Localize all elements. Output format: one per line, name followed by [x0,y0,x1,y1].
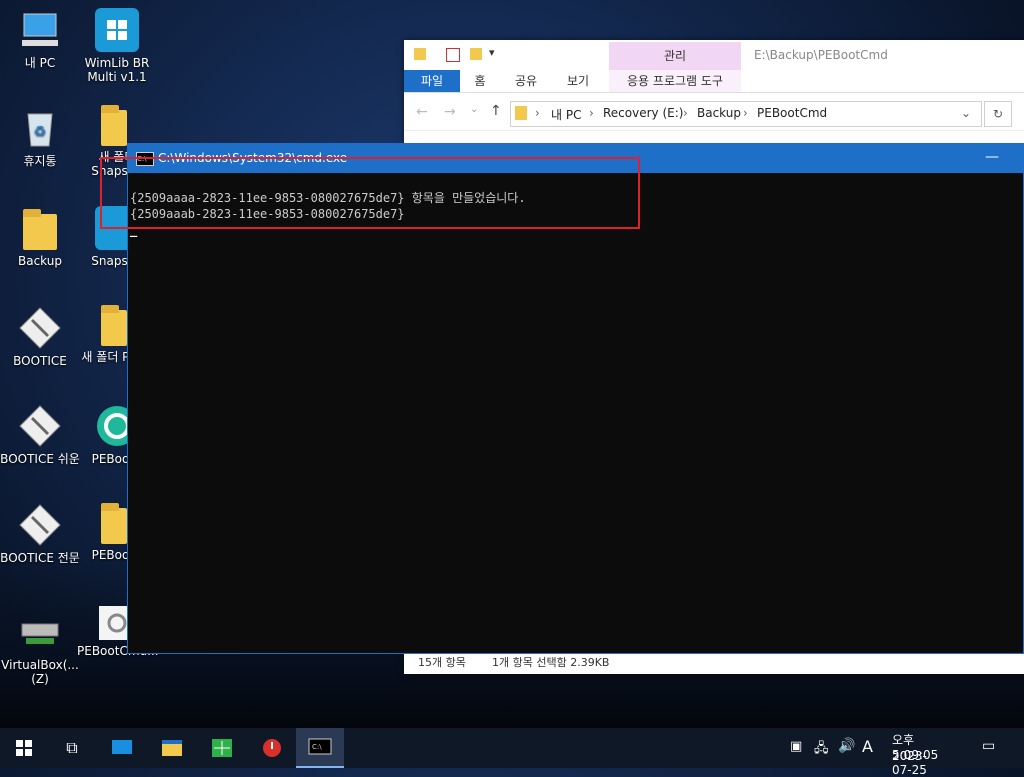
virtualbox-tray-icon[interactable]: ▣ [790,739,802,754]
properties-icon[interactable] [446,48,460,62]
tab-view[interactable]: 보기 [560,70,596,92]
network-drive-icon [18,610,62,654]
address-bar-area: ← → ⌄ ↑ › 내 PC › Recovery (E:) › Backup … [404,96,1024,131]
explorer-titlebar[interactable]: ▾ 관리 E:\Backup\PEBootCmd [404,40,1024,70]
svg-text:C:\: C:\ [312,743,322,751]
minimize-icon[interactable]: — [985,149,999,165]
folder-icon [101,503,127,544]
taskbar-cmd-icon[interactable]: C:\ [296,728,344,768]
refresh-icon[interactable]: ↻ [984,101,1012,127]
quick-access-dropdown-icon[interactable]: ▾ [489,46,495,59]
ime-indicator[interactable]: A [862,737,873,756]
desktop-icon-label: WimLib BR Multi v1.1 [84,56,150,84]
address-bar[interactable]: › 내 PC › Recovery (E:) › Backup › PEBoot… [510,101,982,127]
desktop-icon-label: BOOTICE 전문 [0,551,80,565]
breadcrumb-backup[interactable]: Backup [697,106,741,120]
breadcrumb-my-pc[interactable]: 내 PC [551,106,581,123]
status-bar: 15개 항목 1개 항목 선택함 2.39KB [404,651,1024,674]
taskbar-explorer-icon[interactable] [148,728,196,768]
breadcrumb-separator-icon: › [535,106,540,120]
recent-dropdown-icon[interactable]: ⌄ [470,104,478,115]
address-dropdown-icon[interactable]: ⌄ [961,106,971,120]
desktop-icon-label: 내 PC [24,56,56,70]
desktop-icon-my-pc[interactable]: 내 PC [0,8,80,70]
breadcrumb-separator-icon: › [683,106,688,120]
desktop-icon-label: Backup [18,254,62,268]
taskbar-app-green-icon[interactable] [198,728,246,768]
status-item-count: 15개 항목 [418,656,466,669]
breadcrumb-pebootcmd[interactable]: PEBootCmd [757,106,827,120]
desktop-icon-label: BOOTICE [13,354,67,368]
tab-share[interactable]: 공유 [508,70,544,92]
folder-icon [515,106,527,120]
context-tab-manage[interactable]: 관리 [609,42,741,70]
desktop-icon-recycle-bin[interactable]: ♻ 휴지통 [0,106,80,168]
tab-app-tools[interactable]: 응용 프로그램 도구 [609,70,741,92]
bootice-icon [18,503,62,547]
notification-icon[interactable]: ▭ [982,738,995,754]
ribbon-tabs: 파일 홈 공유 보기 응용 프로그램 도구 [404,70,1024,93]
desktop-icon-label: 휴지통 [23,154,57,168]
bootice-icon [18,306,62,350]
windows-logo-icon [95,8,139,52]
back-arrow-icon[interactable]: ← [416,104,428,120]
task-view-icon[interactable]: ⧉ [48,728,96,768]
tab-file[interactable]: 파일 [404,70,460,92]
taskbar-app-monitor-icon[interactable] [98,728,146,768]
volume-icon[interactable]: 🔊 [838,738,855,754]
folder-icon [101,105,127,146]
highlight-box [100,157,640,229]
breadcrumb-separator-icon: › [589,106,594,120]
desktop-icon-label: VirtualBox(... (Z) [1,658,79,686]
folder-icon [101,305,127,346]
up-arrow-icon[interactable]: ↑ [490,103,502,119]
recycle-bin-icon: ♻ [18,106,62,150]
folder-icon [23,209,57,250]
breadcrumb-separator-icon: › [743,106,748,120]
folder-icon [414,48,426,60]
desktop-icon-virtualbox[interactable]: VirtualBox(... (Z) [0,610,80,686]
desktop-icon-bootice[interactable]: BOOTICE [0,306,80,368]
desktop-icon-backup[interactable]: Backup [0,208,80,268]
taskbar-app-power-icon[interactable] [248,728,296,768]
svg-text:♻: ♻ [34,124,47,140]
start-button[interactable] [0,728,48,768]
breadcrumb-recovery[interactable]: Recovery (E:) [603,106,683,120]
window-title: E:\Backup\PEBootCmd [754,48,888,62]
desktop-icon-label: BOOTICE 쉬운 [0,452,80,466]
forward-arrow-icon[interactable]: → [444,104,456,120]
tab-home[interactable]: 홈 [464,70,496,92]
clock-date[interactable]: 2023-07-25 [892,749,927,777]
new-folder-icon[interactable] [470,48,482,60]
desktop-icon-bootice-pro[interactable]: BOOTICE 전문 [0,503,80,565]
desktop-icon-wimlib[interactable]: WimLib BR Multi v1.1 [77,8,157,84]
taskbar: ⧉ C:\ ▣ 🖧 🔊 A 오후 5:09:05 2023-07-25 ▭ [0,728,1024,777]
computer-icon [18,8,62,52]
status-selection: 1개 항목 선택함 2.39KB [492,656,610,669]
bootice-icon [18,404,62,448]
desktop-icon-bootice-easy[interactable]: BOOTICE 쉬운 [0,404,80,466]
network-icon[interactable]: 🖧 [814,739,829,761]
